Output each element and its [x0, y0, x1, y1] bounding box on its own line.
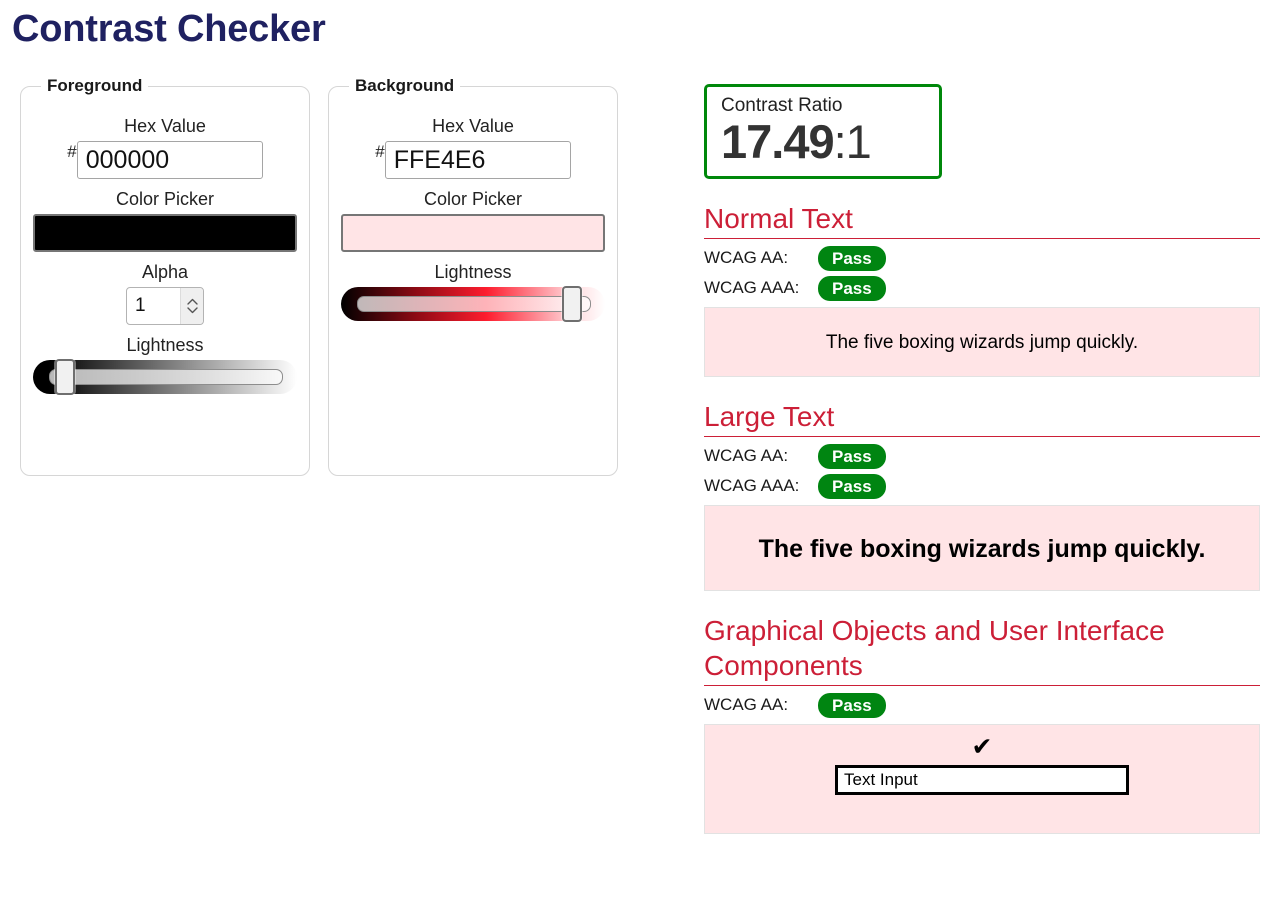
status-badge: Pass — [818, 443, 886, 469]
sample-graphical-objects: ✔ — [704, 724, 1260, 835]
contrast-ratio-value: 17.49:1 — [721, 117, 925, 166]
section-divider — [704, 238, 1260, 240]
foreground-legend: Foreground — [47, 76, 143, 95]
foreground-lightness-label: Lightness — [126, 335, 204, 355]
foreground-hex-row: # — [33, 141, 297, 179]
sample-text-large: The five boxing wizards jump quickly. — [704, 505, 1260, 592]
background-hex-label: Hex Value — [432, 116, 514, 136]
contrast-ratio-box: Contrast Ratio 17.49:1 — [704, 84, 942, 180]
status-badge: Pass — [818, 692, 886, 718]
criteria-label: WCAG AAA: — [704, 476, 800, 496]
section-title: Large Text — [704, 401, 835, 433]
background-legend: Background — [355, 76, 455, 95]
section-large-text: Large Text WCAG AA: Pass WCAG AAA: Pass … — [704, 399, 1260, 592]
page-title: Contrast Checker — [12, 8, 326, 50]
section-divider — [704, 685, 1260, 687]
results-panel: Contrast Ratio 17.49:1 Normal Text WCAG … — [704, 84, 1260, 835]
status-badge: Pass — [818, 473, 886, 499]
criteria-label: WCAG AAA: — [704, 278, 800, 298]
criteria-row: WCAG AAA: Pass — [704, 275, 1260, 301]
checkmark-icon: ✔ — [971, 732, 993, 762]
slider-thumb[interactable] — [562, 286, 583, 322]
foreground-color-picker[interactable] — [33, 214, 297, 252]
background-lightness-label: Lightness — [434, 262, 512, 282]
background-color-picker[interactable] — [341, 214, 605, 252]
slider-track — [49, 369, 283, 385]
criteria-row: WCAG AAA: Pass — [704, 473, 1260, 499]
hash-symbol: # — [67, 142, 77, 161]
slider-thumb[interactable] — [55, 359, 76, 395]
section-title: Normal Text — [704, 203, 853, 235]
foreground-alpha-value: 1 — [135, 295, 146, 316]
criteria-row: WCAG AA: Pass — [704, 245, 1260, 271]
contrast-ratio-label: Contrast Ratio — [721, 95, 843, 116]
background-panel: Background Hex Value # Color Picker Ligh… — [328, 76, 618, 476]
status-badge: Pass — [818, 245, 886, 271]
criteria-label: WCAG AA: — [704, 446, 789, 466]
slider-track — [357, 296, 591, 312]
foreground-alpha-label: Alpha — [141, 262, 189, 282]
hash-symbol: # — [375, 142, 385, 161]
criteria-label: WCAG AA: — [704, 695, 789, 715]
chevron-up-icon[interactable] — [186, 298, 198, 305]
criteria-label: WCAG AA: — [704, 248, 789, 268]
foreground-hex-input[interactable] — [76, 141, 263, 179]
background-lightness-slider[interactable] — [341, 286, 605, 322]
foreground-hex-label: Hex Value — [124, 116, 206, 136]
foreground-alpha-wrap: 1 — [33, 287, 297, 325]
criteria-row: WCAG AA: Pass — [704, 443, 1260, 469]
section-normal-text: Normal Text WCAG AA: Pass WCAG AAA: Pass… — [704, 201, 1260, 378]
status-badge: Pass — [818, 275, 886, 301]
chevron-down-icon[interactable] — [186, 307, 198, 314]
color-controls: Foreground Hex Value # Color Picker Alph… — [20, 76, 660, 476]
alpha-spinner-buttons[interactable] — [180, 288, 203, 324]
section-graphical-objects: Graphical Objects and User Interface Com… — [704, 613, 1260, 835]
criteria-row: WCAG AA: Pass — [704, 692, 1260, 718]
section-divider — [704, 436, 1260, 438]
section-title: Graphical Objects and User Interface Com… — [704, 615, 1165, 682]
background-hex-row: # — [341, 141, 605, 179]
contrast-ratio-number: 17.49 — [721, 115, 835, 168]
background-hex-input[interactable] — [384, 141, 571, 179]
sample-text-normal: The five boxing wizards jump quickly. — [704, 307, 1260, 378]
foreground-picker-label: Color Picker — [115, 189, 215, 209]
background-picker-label: Color Picker — [423, 189, 523, 209]
sample-text-input[interactable] — [835, 764, 1129, 795]
contrast-ratio-suffix: :1 — [833, 115, 872, 168]
foreground-alpha-stepper[interactable]: 1 — [126, 287, 204, 325]
foreground-panel: Foreground Hex Value # Color Picker Alph… — [20, 76, 310, 476]
foreground-lightness-slider[interactable] — [33, 359, 297, 395]
